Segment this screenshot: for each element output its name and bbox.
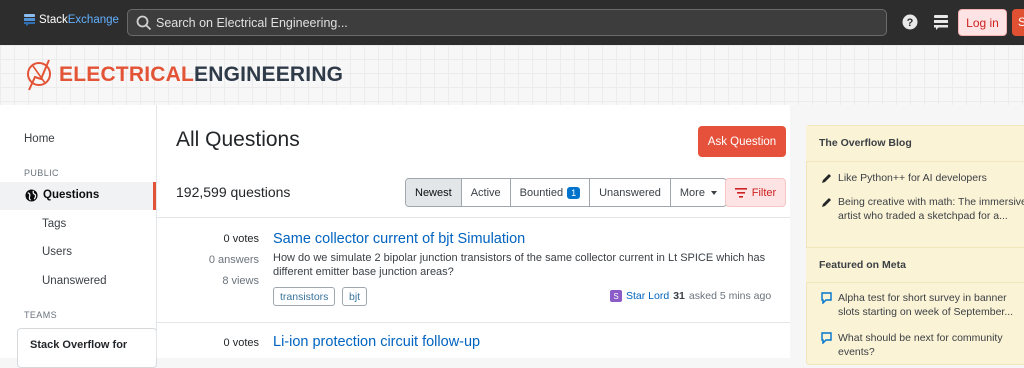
question-count: 192,599 questions bbox=[176, 184, 291, 200]
globe-icon bbox=[25, 189, 38, 202]
page-title: All Questions bbox=[176, 128, 300, 151]
search-input[interactable] bbox=[156, 14, 756, 32]
filter-unanswered[interactable]: Unanswered bbox=[589, 179, 670, 206]
site-switcher-icon[interactable] bbox=[932, 13, 950, 31]
filter-bountied-label: Bountied bbox=[519, 186, 564, 199]
pencil-icon bbox=[822, 174, 831, 183]
featured-meta-heading: Featured on Meta bbox=[806, 247, 1024, 283]
nav-home[interactable]: Home bbox=[24, 133, 55, 145]
search-bar[interactable] bbox=[127, 9, 887, 36]
user-reputation: 31 bbox=[673, 290, 685, 302]
pencil-icon bbox=[822, 198, 831, 207]
tag-bjt[interactable]: bjt bbox=[342, 287, 368, 306]
question-owner: S Star Lord 31 asked 5 mins ago bbox=[610, 290, 771, 302]
overflow-blog-heading: The Overflow Blog bbox=[806, 126, 1024, 162]
filter-active[interactable]: Active bbox=[460, 179, 510, 206]
site-logo[interactable]: ELECTRICALENGINEERING bbox=[25, 57, 343, 93]
overflow-blog-title: The Overflow Blog bbox=[819, 137, 912, 149]
avatar[interactable]: S bbox=[610, 290, 622, 302]
filter-button[interactable]: Filter bbox=[725, 178, 786, 207]
tag-transistors[interactable]: transistors bbox=[273, 287, 336, 306]
list-divider bbox=[156, 217, 790, 218]
filter-more-label: More bbox=[679, 186, 705, 199]
question-views: 8 views bbox=[222, 275, 259, 287]
nav-questions-label: Questions bbox=[43, 189, 100, 201]
meta-item-link[interactable]: What should be next for community events… bbox=[838, 331, 1024, 359]
filter-newest[interactable]: Newest bbox=[406, 179, 461, 206]
search-icon bbox=[136, 15, 152, 31]
filter-more[interactable]: More bbox=[669, 179, 726, 206]
teams-promo[interactable]: Stack Overflow for bbox=[17, 328, 157, 368]
stackexchange-logo[interactable]: Stack Exchange bbox=[24, 14, 119, 26]
blog-item-link[interactable]: Like Python++ for AI developers bbox=[838, 171, 1024, 185]
stackexchange-icon bbox=[24, 14, 35, 26]
logo-text-engineering: ENGINEERING bbox=[194, 63, 344, 86]
list-divider bbox=[156, 322, 790, 323]
filter-button-label: Filter bbox=[751, 186, 777, 199]
question-title-link[interactable]: Same collector current of bjt Simulation bbox=[273, 231, 525, 247]
featured-meta-title: Featured on Meta bbox=[819, 259, 906, 271]
help-icon[interactable]: ? bbox=[901, 13, 919, 31]
filter-bountied[interactable]: Bountied 1 bbox=[509, 179, 589, 206]
svg-text:?: ? bbox=[907, 17, 914, 29]
bountied-count-badge: 1 bbox=[567, 186, 581, 199]
asked-time: asked 5 mins ago bbox=[688, 290, 772, 302]
nav-questions[interactable]: Questions bbox=[0, 182, 156, 210]
nav-unanswered[interactable]: Unanswered bbox=[42, 275, 107, 287]
chevron-down-icon bbox=[710, 190, 717, 195]
question-votes: 0 votes bbox=[223, 337, 259, 349]
question-title-link[interactable]: Li-ion protection circuit follow-up bbox=[273, 334, 480, 350]
meta-chat-icon bbox=[821, 332, 832, 344]
teams-promo-title: Stack Overflow for bbox=[30, 339, 128, 351]
question-votes: 0 votes bbox=[223, 233, 259, 245]
nav-tags[interactable]: Tags bbox=[42, 218, 66, 230]
question-excerpt: How do we simulate 2 bipolar junction tr… bbox=[273, 252, 766, 278]
meta-chat-icon bbox=[821, 292, 832, 304]
sort-filter-group: Newest Active Bountied 1 Unanswered More bbox=[405, 178, 727, 207]
nav-section-public: PUBLIC bbox=[24, 168, 59, 178]
electrical-engineering-logo-icon bbox=[27, 59, 51, 91]
ask-question-button[interactable]: Ask Question bbox=[698, 126, 786, 157]
nav-section-teams: TEAMS bbox=[24, 310, 58, 320]
brand-stack: Stack bbox=[39, 14, 68, 26]
user-name-link[interactable]: Star Lord bbox=[626, 290, 669, 302]
filter-icon bbox=[734, 187, 747, 198]
login-button[interactable]: Log in bbox=[958, 9, 1007, 36]
question-answers: 0 answers bbox=[208, 254, 259, 266]
meta-item-link[interactable]: Alpha test for short survey in banner sl… bbox=[838, 291, 1024, 319]
brand-exchange: Exchange bbox=[67, 14, 119, 26]
signup-button[interactable]: S bbox=[1012, 9, 1024, 36]
nav-users[interactable]: Users bbox=[42, 246, 72, 258]
logo-text-electrical: ELECTRICAL bbox=[59, 63, 194, 86]
blog-item-link[interactable]: Being creative with math: The immersive … bbox=[838, 195, 1024, 223]
